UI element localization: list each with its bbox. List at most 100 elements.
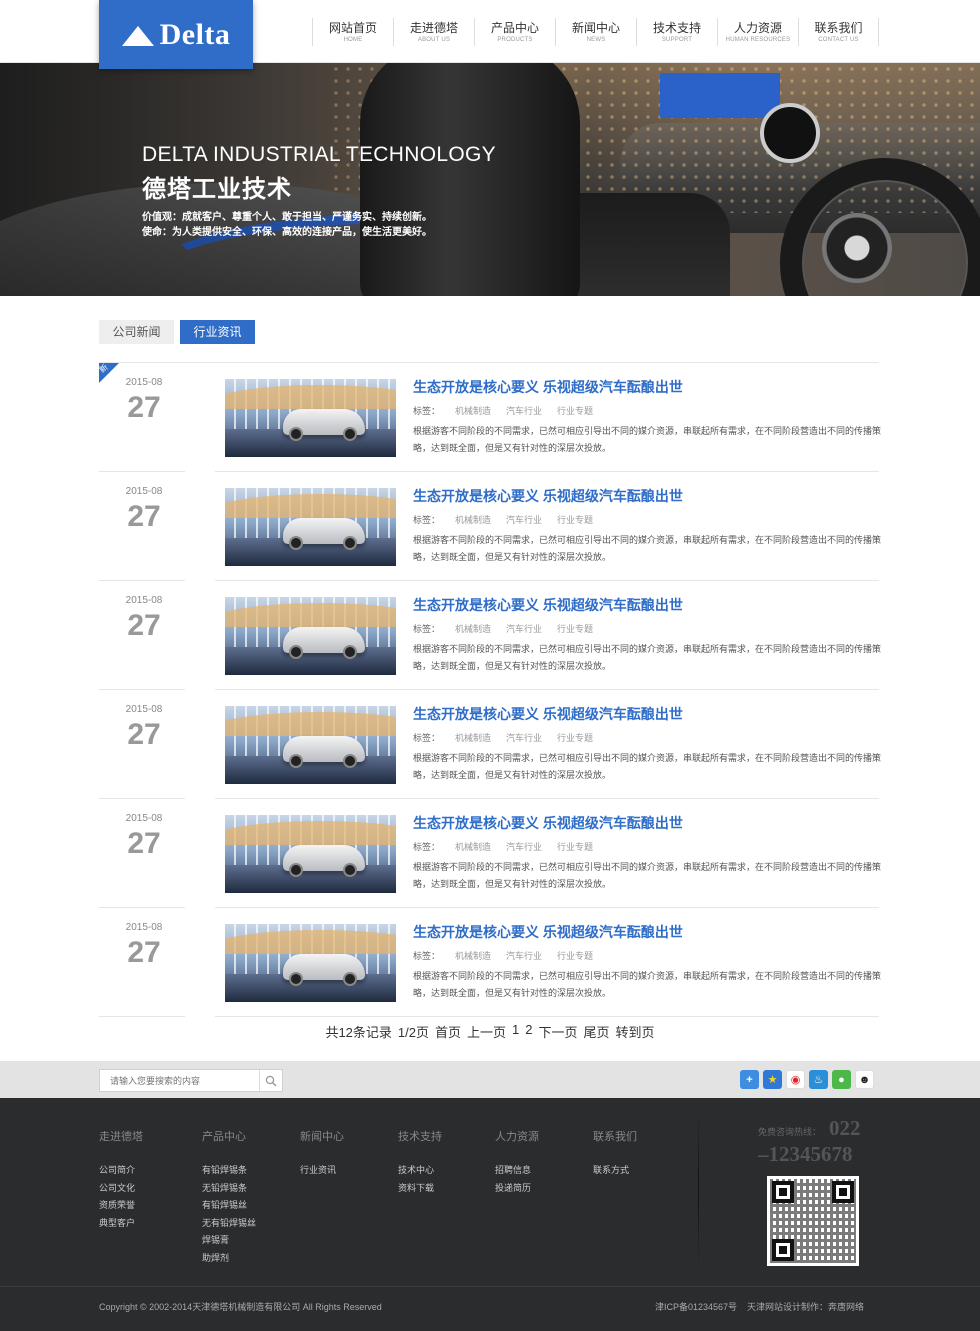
news-title[interactable]: 生态开放是核心要义 乐视超级汽车酝酿出世 — [413, 922, 683, 942]
qq-space-icon[interactable]: ♨ — [809, 1070, 828, 1089]
news-item: 2015-08 27 生态开放是核心要义 乐视超级汽车酝酿出世 标签： 机械制造 汽车行业… — [99, 472, 881, 581]
pager-next[interactable]: 下一页 — [539, 1022, 578, 1041]
tag-label: 标签： — [413, 951, 441, 961]
news-tag[interactable]: 行业专题 — [557, 949, 593, 962]
news-tags: 标签： 机械制造 汽车行业 行业专题 — [413, 731, 593, 744]
news-tag[interactable]: 机械制造 — [455, 513, 491, 526]
wechat-icon[interactable]: ● — [832, 1070, 851, 1089]
news-title[interactable]: 生态开放是核心要义 乐视超级汽车酝酿出世 — [413, 595, 683, 615]
news-date-month: 2015-08 — [125, 813, 163, 824]
news-thumbnail[interactable] — [225, 379, 396, 457]
pager-last[interactable]: 尾页 — [584, 1022, 610, 1041]
footer-column-heading[interactable]: 产品中心 — [202, 1128, 256, 1144]
footer-link[interactable]: 招聘信息 — [495, 1162, 539, 1180]
footer-link[interactable]: 无有铅焊锡丝 — [202, 1215, 256, 1233]
banner-values: 价值观：成就客户、尊重个人、敢于担当、严谨务实、持续创新。 — [142, 212, 432, 223]
nav-sublabel: PRODUCTS — [497, 37, 533, 43]
nav-item-hr[interactable]: 人力资源 HUMAN RESOURCES — [717, 18, 798, 46]
tag-label: 标签： — [413, 406, 441, 416]
news-tag[interactable]: 行业专题 — [557, 840, 593, 853]
nav-item-contact[interactable]: 联系我们 CONTACT US — [798, 18, 879, 46]
pager-page-2[interactable]: 2 — [525, 1022, 532, 1041]
qr-marker — [772, 1181, 794, 1203]
news-title[interactable]: 生态开放是核心要义 乐视超级汽车酝酿出世 — [413, 813, 683, 833]
footer-link[interactable]: 行业资讯 — [300, 1162, 344, 1180]
tab-company-news[interactable]: 公司新闻 — [99, 320, 174, 344]
news-tag[interactable]: 行业专题 — [557, 731, 593, 744]
news-thumbnail[interactable] — [225, 815, 396, 893]
footer-column-heading[interactable]: 人力资源 — [495, 1128, 539, 1144]
footer-column-heading[interactable]: 联系我们 — [593, 1128, 637, 1144]
footer-link[interactable]: 有铅焊锡条 — [202, 1162, 256, 1180]
news-title[interactable]: 生态开放是核心要义 乐视超级汽车酝酿出世 — [413, 486, 683, 506]
news-tags: 标签： 机械制造 汽车行业 行业专题 — [413, 404, 593, 417]
footer-link[interactable]: 焊锡膏 — [202, 1232, 256, 1250]
search-bar: + ★ ◉ ♨ ● ☻ — [0, 1061, 980, 1098]
star-favorite-icon[interactable]: ★ — [763, 1070, 782, 1089]
footer-link[interactable]: 公司简介 — [99, 1162, 143, 1180]
news-tag[interactable]: 机械制造 — [455, 840, 491, 853]
news-tag[interactable]: 行业专题 — [557, 404, 593, 417]
news-tag[interactable]: 汽车行业 — [506, 840, 542, 853]
footer-link[interactable]: 投递简历 — [495, 1180, 539, 1198]
logo[interactable]: Delta — [99, 0, 253, 69]
design-credit[interactable]: 天津网站设计制作：奔唐网络 — [747, 1300, 864, 1313]
nav-label: 产品中心 — [490, 21, 539, 35]
news-tag[interactable]: 行业专题 — [557, 513, 593, 526]
footer-link[interactable]: 资料下载 — [398, 1180, 442, 1198]
nav-item-support[interactable]: 技术支持 SUPPORT — [636, 18, 717, 46]
news-date-day: 27 — [127, 391, 161, 424]
pager-first[interactable]: 首页 — [435, 1022, 461, 1041]
news-tag[interactable]: 机械制造 — [455, 949, 491, 962]
footer-link[interactable]: 技术中心 — [398, 1162, 442, 1180]
pager-prev[interactable]: 上一页 — [467, 1022, 506, 1041]
footer-column: 产品中心有铅焊锡条 无铅焊锡条 有铅焊锡丝 无有铅焊锡丝 焊锡膏 助焊剂 — [202, 1128, 256, 1267]
tab-industry-news[interactable]: 行业资讯 — [180, 320, 255, 344]
news-thumbnail[interactable] — [225, 706, 396, 784]
pager-goto[interactable]: 转到页 — [616, 1022, 655, 1041]
nav-item-home[interactable]: 网站首页 HOME — [312, 18, 393, 46]
footer-link[interactable]: 无铅焊锡条 — [202, 1180, 256, 1198]
nav-item-news[interactable]: 新闻中心 NEWS — [555, 18, 636, 46]
nav-item-products[interactable]: 产品中心 PRODUCTS — [474, 18, 555, 46]
weibo-icon[interactable]: ◉ — [786, 1070, 805, 1089]
qr-marker — [832, 1181, 854, 1203]
news-tag[interactable]: 汽车行业 — [506, 949, 542, 962]
news-tag[interactable]: 汽车行业 — [506, 513, 542, 526]
footer-link[interactable]: 联系方式 — [593, 1162, 637, 1180]
nav-item-about[interactable]: 走进德塔 ABOUT US — [393, 18, 474, 46]
news-tag[interactable]: 汽车行业 — [506, 622, 542, 635]
car-wheel — [343, 427, 357, 441]
nav-sublabel: ABOUT US — [417, 37, 451, 43]
footer-link[interactable]: 资质荣誉 — [99, 1197, 143, 1215]
footer-column-heading[interactable]: 技术支持 — [398, 1128, 442, 1144]
banner-title-en: DELTA INDUSTRIAL TECHNOLOGY — [142, 143, 496, 166]
footer-link[interactable]: 典型客户 — [99, 1215, 143, 1233]
qq-icon[interactable]: ☻ — [855, 1070, 874, 1089]
news-thumbnail[interactable] — [225, 597, 396, 675]
search-button[interactable] — [259, 1070, 282, 1091]
news-tag[interactable]: 机械制造 — [455, 622, 491, 635]
news-thumbnail[interactable] — [225, 488, 396, 566]
pager-summary: 共12条记录 — [325, 1025, 392, 1040]
footer-link[interactable]: 有铅焊锡丝 — [202, 1197, 256, 1215]
news-tag[interactable]: 行业专题 — [557, 622, 593, 635]
plus-share-icon[interactable]: + — [740, 1070, 759, 1089]
footer-column: 人力资源招聘信息 投递简历 — [495, 1128, 539, 1197]
icp-number[interactable]: 津ICP备01234567号 — [655, 1300, 737, 1313]
news-tags: 标签： 机械制造 汽车行业 行业专题 — [413, 949, 593, 962]
news-thumbnail[interactable] — [225, 924, 396, 1002]
footer-column-heading[interactable]: 走进德塔 — [99, 1128, 143, 1144]
news-tag[interactable]: 机械制造 — [455, 731, 491, 744]
news-tag[interactable]: 汽车行业 — [506, 404, 542, 417]
tag-label: 标签： — [413, 733, 441, 743]
footer-link[interactable]: 助焊剂 — [202, 1250, 256, 1268]
search-input[interactable] — [100, 1070, 260, 1091]
news-title[interactable]: 生态开放是核心要义 乐视超级汽车酝酿出世 — [413, 704, 683, 724]
news-tag[interactable]: 机械制造 — [455, 404, 491, 417]
news-tag[interactable]: 汽车行业 — [506, 731, 542, 744]
pager-page-1[interactable]: 1 — [512, 1022, 519, 1041]
footer-link[interactable]: 公司文化 — [99, 1180, 143, 1198]
news-title[interactable]: 生态开放是核心要义 乐视超级汽车酝酿出世 — [413, 377, 683, 397]
footer-column-heading[interactable]: 新闻中心 — [300, 1128, 344, 1144]
